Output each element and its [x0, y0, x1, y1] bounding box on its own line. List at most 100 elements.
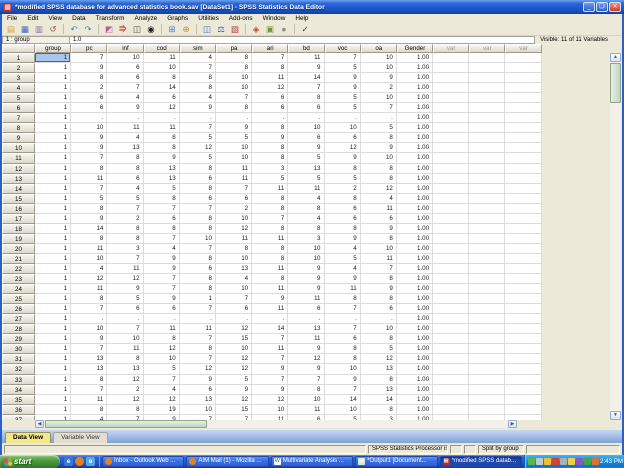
cell[interactable]: 15 — [216, 334, 252, 344]
cell[interactable]: 2 — [216, 204, 252, 214]
cell[interactable] — [469, 93, 505, 103]
cell[interactable]: 6 — [107, 73, 143, 83]
cell[interactable]: 9 — [252, 364, 288, 374]
cell[interactable]: 1 — [35, 153, 71, 163]
cell[interactable] — [469, 113, 505, 123]
cell[interactable]: 7 — [325, 324, 361, 334]
row-number[interactable]: 4 — [2, 83, 35, 93]
cell[interactable]: 1.00 — [397, 73, 433, 83]
cell[interactable]: 5 — [361, 344, 397, 354]
cell[interactable]: 12 — [216, 395, 252, 405]
cell[interactable]: 8 — [144, 334, 180, 344]
cell[interactable] — [505, 405, 541, 415]
cell[interactable]: 11 — [288, 334, 324, 344]
spell-check-icon[interactable]: ✓ — [299, 23, 311, 35]
cell[interactable]: 9 — [252, 133, 288, 143]
cell[interactable]: 8 — [180, 164, 216, 174]
cell[interactable]: 14 — [325, 395, 361, 405]
minimize-button[interactable]: _ — [583, 2, 595, 12]
cell[interactable] — [433, 264, 469, 274]
selected-cell[interactable]: 1 — [35, 53, 71, 63]
cell[interactable]: 9 — [325, 234, 361, 244]
cell[interactable]: 8 — [361, 375, 397, 385]
cell[interactable]: 12 — [144, 344, 180, 354]
cell[interactable]: 12 — [252, 83, 288, 93]
cell[interactable]: 1.00 — [397, 284, 433, 294]
cell[interactable]: 5 — [180, 153, 216, 163]
cell[interactable]: 1.00 — [397, 224, 433, 234]
cell[interactable] — [469, 194, 505, 204]
cell[interactable] — [505, 364, 541, 374]
cell[interactable]: 1 — [35, 103, 71, 113]
cell[interactable]: 8 — [252, 153, 288, 163]
cell[interactable]: 7 — [144, 375, 180, 385]
cell[interactable] — [505, 314, 541, 324]
cell[interactable]: 10 — [216, 284, 252, 294]
cell[interactable]: 4 — [288, 214, 324, 224]
cell[interactable]: 10 — [361, 244, 397, 254]
cell[interactable]: 11 — [288, 405, 324, 415]
cell[interactable]: 6 — [288, 133, 324, 143]
cell[interactable]: 10 — [288, 254, 324, 264]
cell[interactable]: 1 — [35, 264, 71, 274]
cell[interactable]: 5 — [216, 375, 252, 385]
cell[interactable]: 6 — [180, 174, 216, 184]
cell[interactable]: 1 — [35, 294, 71, 304]
cell[interactable]: 8 — [288, 224, 324, 234]
cell[interactable]: 8 — [180, 254, 216, 264]
cell[interactable]: 7 — [180, 63, 216, 73]
cell[interactable]: 9 — [71, 143, 107, 153]
cell[interactable] — [433, 244, 469, 254]
cell[interactable]: 8 — [180, 73, 216, 83]
cell[interactable] — [505, 334, 541, 344]
cell[interactable]: 1 — [35, 405, 71, 415]
cell[interactable] — [505, 244, 541, 254]
cell[interactable]: 13 — [144, 164, 180, 174]
cell[interactable] — [505, 324, 541, 334]
scroll-up-arrow[interactable]: ▲ — [610, 53, 621, 62]
select-cases-icon[interactable]: ▧ — [229, 23, 241, 35]
cell-value-input[interactable]: 1.0 — [70, 36, 535, 44]
cell[interactable]: 1 — [35, 224, 71, 234]
column-header-var-13[interactable]: var — [505, 44, 541, 53]
cell[interactable] — [505, 234, 541, 244]
cell[interactable]: 9 — [144, 153, 180, 163]
cell[interactable]: 1.00 — [397, 133, 433, 143]
cell[interactable] — [433, 164, 469, 174]
row-number[interactable]: 33 — [2, 375, 35, 385]
cell[interactable]: 11 — [144, 324, 180, 334]
cell[interactable]: 2 — [107, 385, 143, 395]
cell[interactable] — [469, 103, 505, 113]
cell[interactable] — [433, 324, 469, 334]
cell[interactable]: 8 — [288, 385, 324, 395]
cell[interactable]: 1.00 — [397, 164, 433, 174]
cell[interactable]: 8 — [71, 73, 107, 83]
cell[interactable]: 8 — [252, 123, 288, 133]
cell[interactable]: 12 — [144, 103, 180, 113]
cell[interactable]: 5 — [325, 93, 361, 103]
cell[interactable]: 10 — [71, 123, 107, 133]
tab-variable-view[interactable]: Variable View — [53, 432, 107, 443]
cell[interactable]: 10 — [107, 53, 143, 63]
cell[interactable]: 10 — [288, 244, 324, 254]
cell[interactable]: 7 — [180, 244, 216, 254]
cell[interactable]: 8 — [71, 234, 107, 244]
cell[interactable]: 11 — [252, 234, 288, 244]
cell[interactable]: 3 — [252, 164, 288, 174]
quick-launch-firefox-icon[interactable] — [75, 457, 84, 466]
cell[interactable]: 7 — [107, 324, 143, 334]
tray-icon-2[interactable] — [536, 458, 543, 465]
tray-icon-3[interactable] — [544, 458, 551, 465]
cell[interactable] — [469, 53, 505, 63]
cell[interactable]: 1.00 — [397, 143, 433, 153]
cell[interactable]: 1 — [35, 73, 71, 83]
tray-icon-7[interactable] — [576, 458, 583, 465]
row-number[interactable]: 6 — [2, 103, 35, 113]
cell[interactable]: 1 — [35, 184, 71, 194]
cell[interactable]: 8 — [325, 354, 361, 364]
print-icon[interactable]: ▥ — [33, 23, 45, 35]
cell[interactable]: 13 — [144, 174, 180, 184]
row-number[interactable]: 2 — [2, 63, 35, 73]
cell[interactable]: 1.00 — [397, 244, 433, 254]
column-header-Gender[interactable]: Gender — [397, 44, 433, 53]
